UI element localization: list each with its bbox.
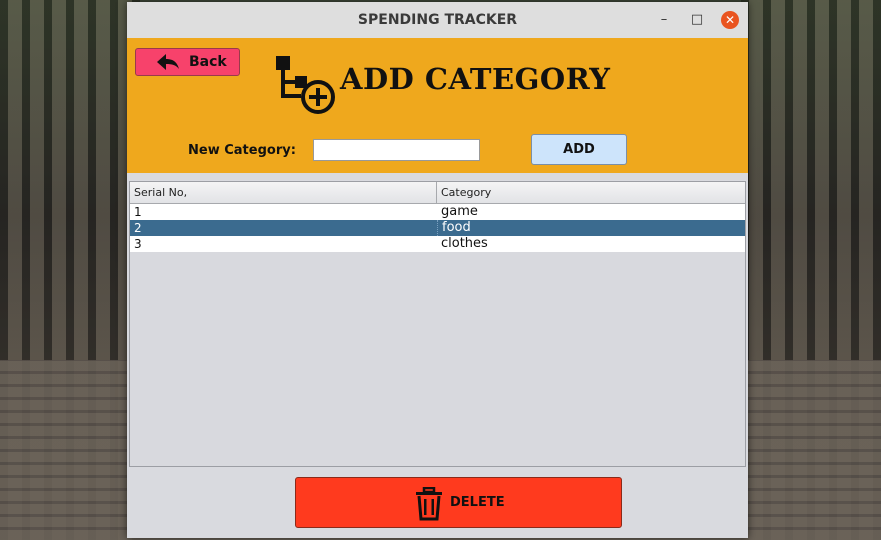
delete-button[interactable]: DELETE xyxy=(295,477,622,528)
new-category-input[interactable] xyxy=(313,139,480,161)
maximize-button[interactable]: □ xyxy=(688,11,706,29)
add-button[interactable]: ADD xyxy=(531,134,627,165)
cell-category: food xyxy=(437,220,745,236)
page-title: ADD CATEGORY xyxy=(340,62,611,96)
title-bar: SPENDING TRACKER – □ ✕ xyxy=(127,2,748,39)
minimize-button[interactable]: – xyxy=(655,11,673,29)
cell-category: clothes xyxy=(441,236,488,251)
cell-serial: 3 xyxy=(134,237,142,251)
table-row[interactable]: 3 clothes xyxy=(130,236,745,252)
table-header: Serial No, Category xyxy=(130,182,745,204)
delete-button-label: DELETE xyxy=(450,495,505,510)
header-panel: Back ADD CATEGORY New Category: ADD xyxy=(127,38,748,173)
back-button[interactable]: Back xyxy=(135,48,240,76)
cell-category: game xyxy=(441,204,478,219)
column-header-category[interactable]: Category xyxy=(437,182,745,203)
column-header-serial[interactable]: Serial No, xyxy=(130,182,437,203)
new-category-label: New Category: xyxy=(188,143,296,158)
category-table: Serial No, Category 1 game 2 food 3 clot… xyxy=(129,181,746,467)
add-category-icon xyxy=(276,56,335,114)
cell-serial: 2 xyxy=(134,221,142,235)
cell-serial: 1 xyxy=(134,205,142,219)
close-button[interactable]: ✕ xyxy=(721,11,739,29)
table-row-selected[interactable]: 2 food xyxy=(130,220,745,236)
trash-icon xyxy=(416,487,442,521)
app-window: SPENDING TRACKER – □ ✕ Back ADD CATEGORY… xyxy=(127,2,748,538)
back-arrow-icon xyxy=(157,54,179,70)
back-button-label: Back xyxy=(189,54,227,70)
table-row[interactable]: 1 game xyxy=(130,204,745,220)
